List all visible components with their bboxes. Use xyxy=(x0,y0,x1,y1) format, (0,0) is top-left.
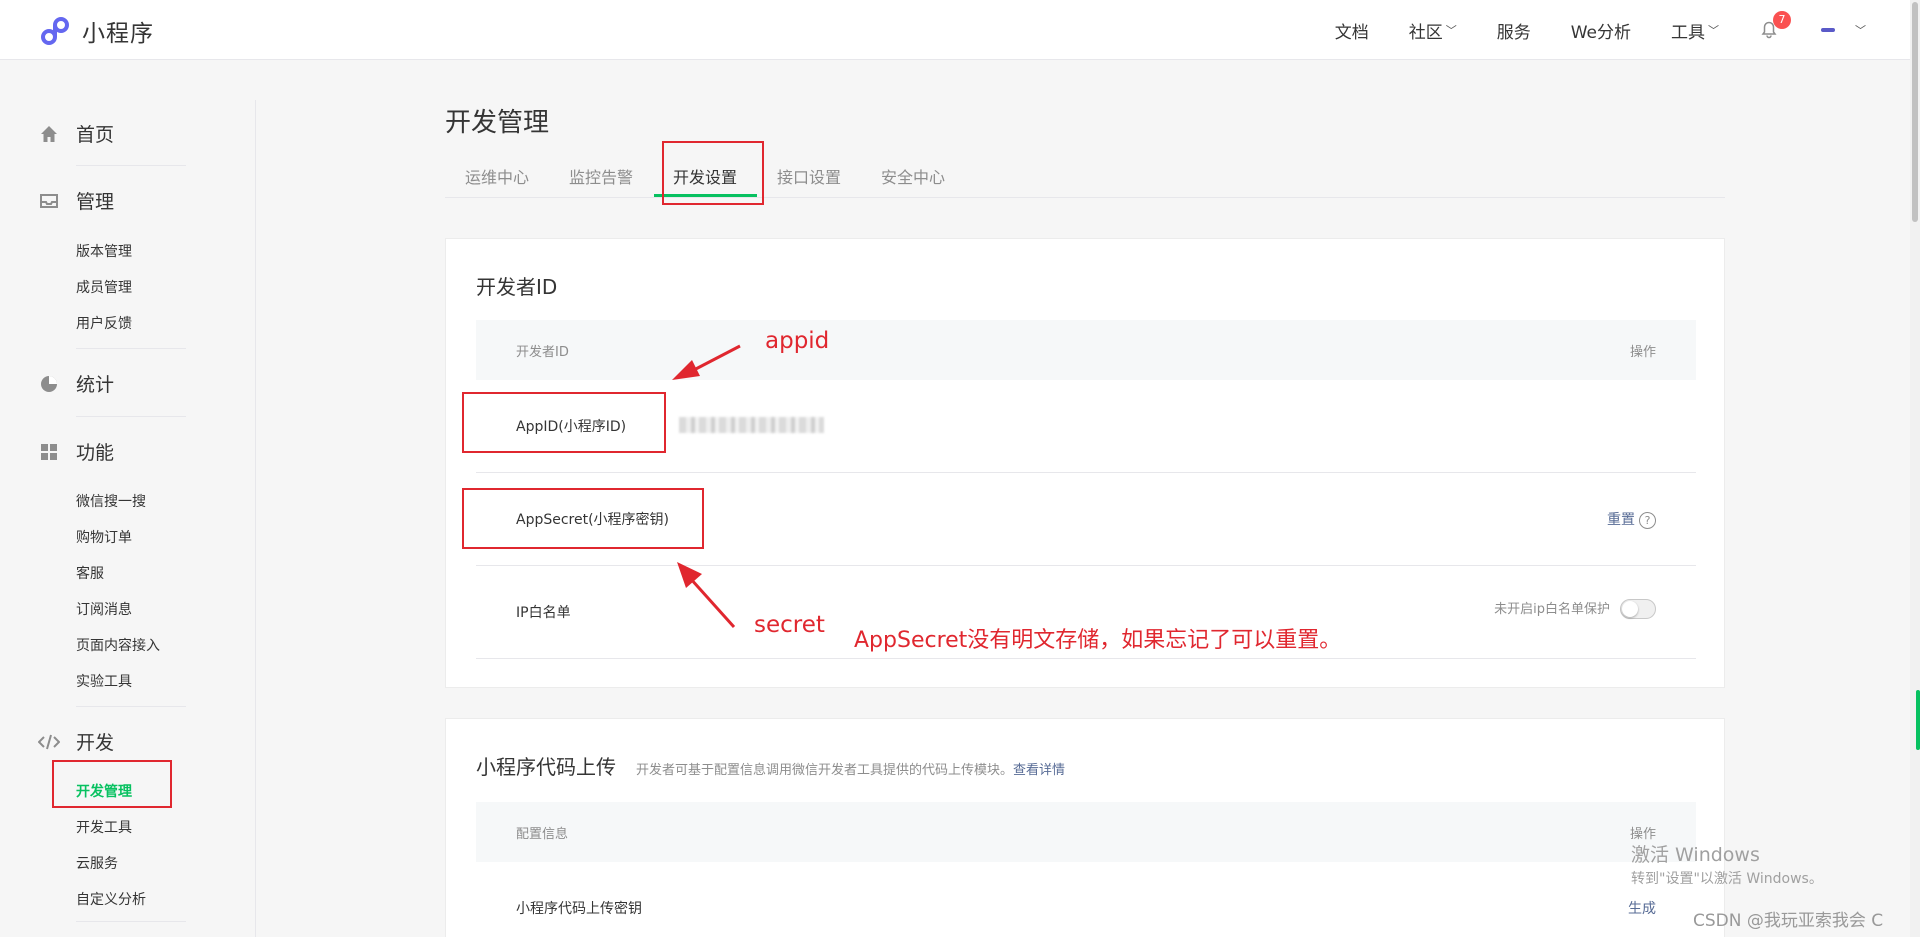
annotation-arrows xyxy=(672,344,741,629)
csdn-watermark: CSDN @我玩亚索我会 C xyxy=(1693,911,1884,931)
windows-activation-hint: 转到"设置"以激活 Windows。 xyxy=(1631,871,1823,887)
arrow-to-appsecret xyxy=(677,562,736,629)
windows-activation-watermark: 激活 Windows xyxy=(1631,844,1760,866)
scrollbar-thumb[interactable] xyxy=(1912,2,1918,222)
page-scrollbar[interactable] xyxy=(1910,0,1920,937)
side-float-indicator[interactable] xyxy=(1916,690,1920,750)
arrow-to-appid xyxy=(672,344,741,380)
